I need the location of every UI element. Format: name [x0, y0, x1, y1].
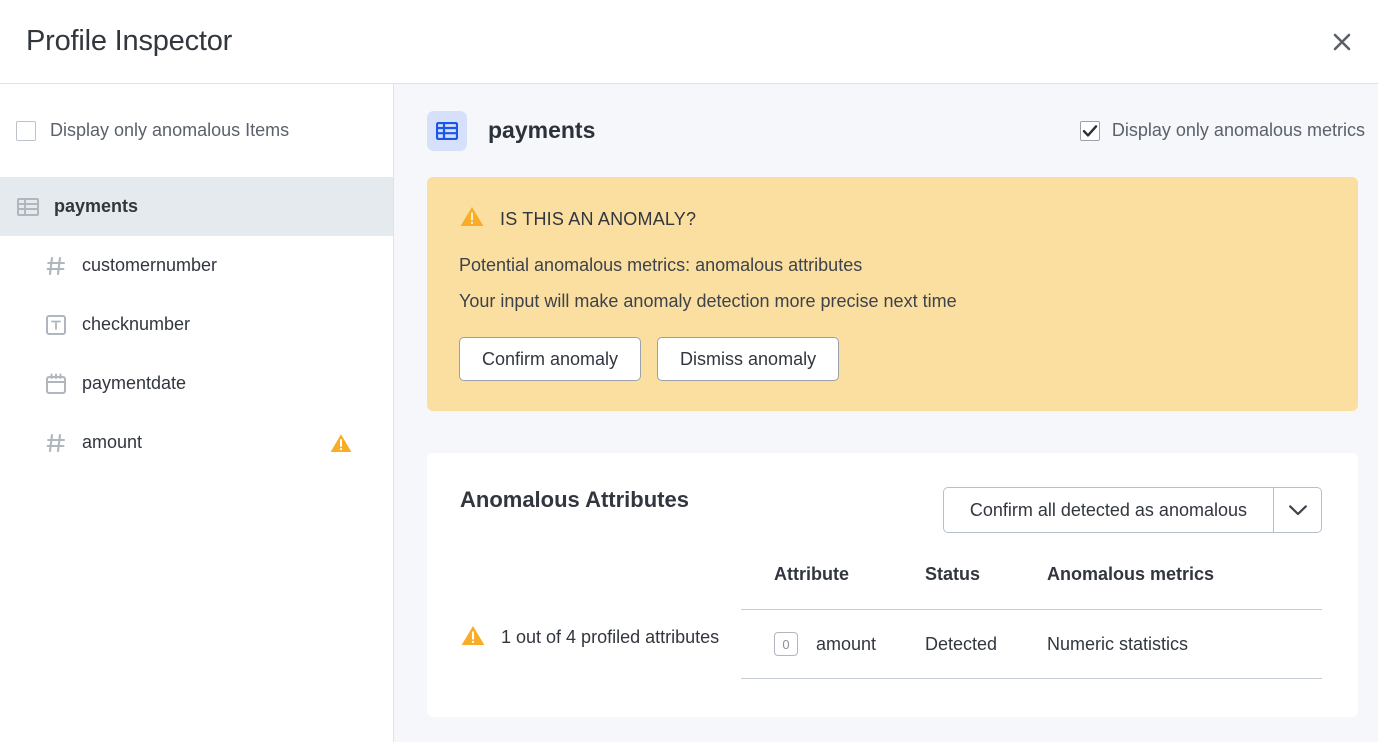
sidebar-item-payments[interactable]: payments	[0, 177, 393, 236]
banner-title-row: IS THIS AN ANOMALY?	[459, 205, 1326, 233]
anomaly-banner: IS THIS AN ANOMALY? Potential anomalous …	[427, 177, 1358, 411]
close-button[interactable]	[1322, 22, 1362, 62]
anomalous-items-checkbox-label: Display only anomalous Items	[50, 120, 289, 141]
warning-triangle-icon	[460, 624, 486, 652]
bulk-confirm-button-label[interactable]: Confirm all detected as anomalous	[944, 488, 1273, 532]
banner-line-metrics: Potential anomalous metrics: anomalous a…	[459, 255, 1326, 276]
banner-line-hint: Your input will make anomaly detection m…	[459, 291, 1326, 312]
anomalous-items-checkbox[interactable]	[16, 121, 36, 141]
anomalous-metrics-checkbox[interactable]	[1080, 121, 1100, 141]
dataset-header: payments Display only anomalous metrics	[427, 84, 1368, 177]
dialog-body: Display only anomalous Items payments	[0, 84, 1378, 742]
anomalous-metrics-checkbox-label: Display only anomalous metrics	[1112, 120, 1365, 141]
sidebar-filter-row[interactable]: Display only anomalous Items	[0, 84, 393, 177]
bulk-confirm-split-button[interactable]: Confirm all detected as anomalous	[943, 487, 1322, 533]
profiled-summary: 1 out of 4 profiled attributes	[460, 564, 741, 679]
dataset-tree: payments customernumber	[0, 177, 393, 472]
sidebar-item-paymentdate[interactable]: paymentdate	[0, 354, 393, 413]
table-header-row: Attribute Status Anomalous metrics	[741, 564, 1322, 610]
card-body: 1 out of 4 profiled attributes Attribute…	[460, 564, 1322, 679]
attribute-name: amount	[816, 634, 876, 655]
warning-triangle-icon	[459, 205, 485, 233]
numeric-hash-icon	[44, 431, 68, 455]
sidebar-item-label: paymentdate	[82, 373, 186, 394]
numeric-zero-icon: 0	[774, 632, 798, 656]
page-title: Profile Inspector	[26, 25, 232, 58]
column-header-status: Status	[925, 564, 1047, 610]
cell-attribute: 0 amount	[741, 610, 925, 679]
profile-inspector-dialog: Profile Inspector Display only anomalous…	[0, 0, 1378, 742]
close-icon	[1331, 31, 1353, 53]
dismiss-anomaly-button[interactable]: Dismiss anomaly	[657, 337, 839, 381]
warning-triangle-icon	[329, 432, 353, 454]
card-header: Anomalous Attributes Confirm all detecte…	[460, 487, 1322, 533]
column-header-attribute: Attribute	[741, 564, 925, 610]
sidebar-item-label: payments	[54, 196, 138, 217]
sidebar-item-customernumber[interactable]: customernumber	[0, 236, 393, 295]
chevron-down-icon[interactable]	[1273, 488, 1321, 532]
sidebar-item-amount[interactable]: amount	[0, 413, 393, 472]
table-row[interactable]: 0 amount Detected Numeric statistics	[741, 610, 1322, 679]
table-icon	[16, 195, 40, 219]
metrics-filter-row[interactable]: Display only anomalous metrics	[1080, 120, 1368, 141]
column-header-metrics: Anomalous metrics	[1047, 564, 1322, 610]
confirm-anomaly-button[interactable]: Confirm anomaly	[459, 337, 641, 381]
status-badge: Detected	[925, 610, 1047, 679]
table-icon	[427, 111, 467, 151]
dataset-name: payments	[488, 117, 595, 144]
main-panel: payments Display only anomalous metrics	[394, 84, 1378, 742]
numeric-hash-icon	[44, 254, 68, 278]
sidebar: Display only anomalous Items payments	[0, 84, 394, 742]
banner-actions: Confirm anomaly Dismiss anomaly	[459, 337, 1326, 381]
banner-title: IS THIS AN ANOMALY?	[500, 209, 696, 230]
profiled-summary-text: 1 out of 4 profiled attributes	[501, 627, 719, 648]
anomalous-attributes-table: Attribute Status Anomalous metrics 0	[741, 564, 1322, 679]
card-title: Anomalous Attributes	[460, 487, 689, 513]
text-type-icon	[44, 313, 68, 337]
sidebar-item-label: amount	[82, 432, 142, 453]
anomalous-attributes-card: Anomalous Attributes Confirm all detecte…	[427, 453, 1358, 717]
calendar-icon	[44, 372, 68, 396]
sidebar-item-checknumber[interactable]: checknumber	[0, 295, 393, 354]
cell-anomalous-metrics: Numeric statistics	[1047, 610, 1322, 679]
dialog-titlebar: Profile Inspector	[0, 0, 1378, 84]
sidebar-item-label: checknumber	[82, 314, 190, 335]
sidebar-item-label: customernumber	[82, 255, 217, 276]
